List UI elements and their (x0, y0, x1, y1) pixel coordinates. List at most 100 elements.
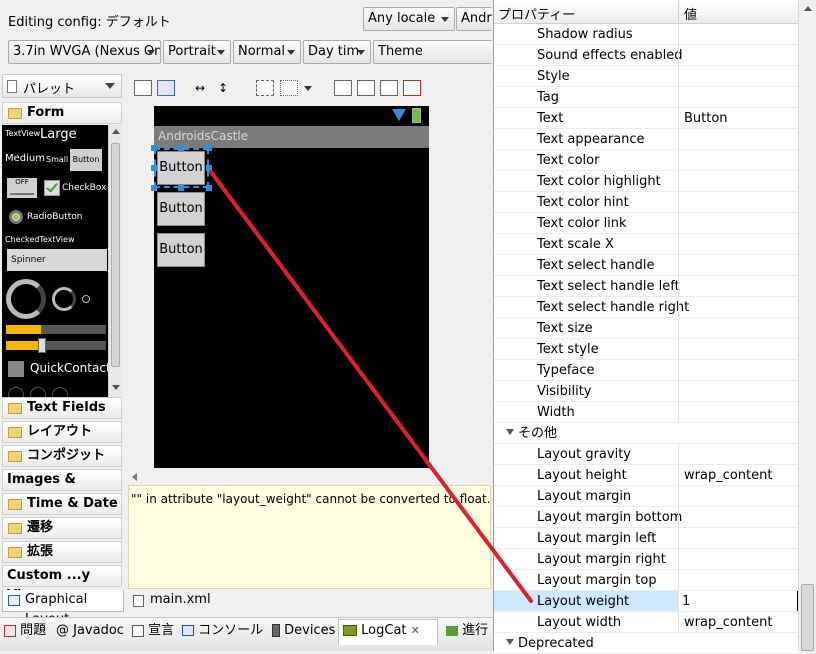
close-icon[interactable]: ✕ (411, 624, 420, 637)
property-row[interactable]: Text color link (494, 213, 798, 234)
category-images-media[interactable]: Images & Media (2, 469, 122, 507)
toggle-button-widget[interactable]: OFF (7, 178, 37, 198)
fill-height-icon[interactable]: ↕ (218, 80, 236, 96)
palette-scrollbar[interactable] (108, 125, 122, 397)
property-row[interactable]: Text color (494, 150, 798, 171)
tab-main-xml[interactable]: main.xml (128, 590, 211, 612)
tab-logcat[interactable]: LogCat ✕ (338, 619, 438, 645)
property-row[interactable]: Text scale X (494, 234, 798, 255)
section-other[interactable]: その他 (494, 423, 798, 444)
gravity-icon[interactable] (280, 80, 298, 96)
seekbar-widget[interactable] (6, 338, 106, 353)
margins-icon[interactable] (256, 80, 274, 96)
progress-medium-icon[interactable] (52, 287, 76, 311)
resize-handle-tm[interactable] (178, 145, 184, 151)
property-row[interactable]: Text style (494, 339, 798, 360)
column-header-property[interactable]: プロパティー (498, 4, 575, 23)
fill-width-icon[interactable]: ↔ (195, 80, 213, 96)
property-row[interactable]: Sound effects enabled (494, 45, 798, 66)
category-composite[interactable]: コンポジット (2, 445, 122, 467)
property-row[interactable]: Layout margin top (494, 570, 798, 591)
resize-handle-tl[interactable] (151, 145, 157, 151)
property-row[interactable]: Shadow radius (494, 24, 798, 45)
property-row[interactable]: Text select handle (494, 255, 798, 276)
progress-bar-horizontal[interactable] (6, 325, 106, 334)
layout-horizontal-icon[interactable] (134, 80, 152, 96)
clear-weights-icon[interactable] (403, 80, 421, 96)
resize-handle-tr[interactable] (206, 145, 212, 151)
category-layouts[interactable]: レイアウト (2, 421, 122, 443)
expand-triangle-icon[interactable] (506, 429, 514, 435)
progress-large-icon[interactable] (6, 279, 46, 319)
resize-handle-bm[interactable] (178, 185, 184, 191)
layout-button-2[interactable]: Button (157, 192, 205, 226)
property-row[interactable]: Layout margin left (494, 528, 798, 549)
scroll-left-icon[interactable] (132, 473, 137, 481)
category-transitions[interactable]: 遷移 (2, 517, 122, 539)
quick-contact-icon[interactable] (8, 361, 24, 377)
night-mode-dropdown[interactable]: Day time (303, 40, 371, 64)
scroll-down-icon[interactable] (112, 385, 120, 390)
baseline-icon[interactable] (380, 80, 398, 96)
property-row-selected[interactable]: Layout weight 1 (494, 591, 798, 612)
property-row[interactable]: Text appearance (494, 129, 798, 150)
property-row[interactable]: Layout width wrap_content (494, 612, 798, 633)
scrollbar-thumb[interactable] (111, 143, 120, 367)
property-row[interactable]: Layout margin bottom (494, 507, 798, 528)
layout-vertical-icon[interactable] (157, 80, 175, 96)
property-row[interactable]: Text color highlight (494, 171, 798, 192)
property-value[interactable]: wrap_content (684, 612, 772, 633)
orientation-dropdown[interactable]: Portrait (163, 40, 231, 64)
scroll-up-icon[interactable] (112, 129, 120, 134)
property-row[interactable]: Text Button (494, 108, 798, 129)
property-row[interactable]: Visibility (494, 381, 798, 402)
tab-devices[interactable]: Devices (272, 622, 335, 644)
tab-problems[interactable]: 問題 (4, 622, 46, 644)
small-text-widget[interactable]: Small (46, 155, 68, 164)
property-row[interactable]: Text size (494, 318, 798, 339)
tab-console[interactable]: コンソール (182, 622, 263, 644)
property-row[interactable]: Text select handle left (494, 276, 798, 297)
seekbar-thumb[interactable] (38, 338, 46, 353)
checked-text-view-widget[interactable]: CheckedTextView (5, 235, 75, 244)
spinner-widget[interactable]: Spinner (7, 249, 107, 271)
tab-progress[interactable]: 進行 (446, 622, 488, 644)
category-text-fields[interactable]: Text Fields (2, 397, 122, 419)
resize-handle-ml[interactable] (151, 165, 157, 171)
tab-javadoc[interactable]: @ Javadoc (56, 622, 124, 644)
tab-graphical-layout[interactable]: Graphical Layout (2, 590, 124, 627)
tab-declaration[interactable]: 宣言 (132, 622, 174, 644)
progress-small-icon[interactable] (82, 295, 90, 303)
medium-text-widget[interactable]: Medium (5, 153, 45, 164)
assign-weight-icon[interactable] (357, 80, 375, 96)
button-widget[interactable]: Button (70, 149, 102, 171)
layout-button-3[interactable]: Button (157, 233, 205, 267)
scrollbar-thumb[interactable] (801, 584, 814, 651)
scroll-up-icon[interactable] (804, 6, 812, 11)
category-form-widgets[interactable]: Form Widgets (2, 102, 122, 140)
property-value-editor[interactable]: 1 (679, 591, 798, 611)
distribute-weights-icon[interactable] (334, 80, 352, 96)
locale-dropdown[interactable]: Any locale (363, 7, 455, 31)
expand-triangle-icon[interactable] (506, 639, 514, 645)
property-row[interactable]: Text select handle right (494, 297, 798, 318)
resize-handle-mr[interactable] (206, 165, 212, 171)
property-value[interactable]: wrap_content (684, 465, 772, 486)
android-target-dropdown[interactable]: Andr (456, 7, 492, 31)
palette-header[interactable]: パレット (2, 74, 122, 98)
property-row[interactable]: Layout height wrap_content (494, 465, 798, 486)
resize-handle-br[interactable] (206, 185, 212, 191)
device-dropdown[interactable]: 3.7in WVGA (Nexus One) (8, 40, 161, 64)
checkbox-icon[interactable] (44, 180, 60, 196)
property-row[interactable]: Style (494, 66, 798, 87)
property-row[interactable]: Typeface (494, 360, 798, 381)
radio-button-icon[interactable] (9, 210, 23, 224)
column-header-value[interactable]: 値 (684, 4, 697, 23)
property-row[interactable]: Layout margin (494, 486, 798, 507)
textview-widget[interactable]: TextView (5, 129, 40, 138)
properties-scrollbar[interactable] (798, 0, 816, 651)
theme-dropdown[interactable]: Theme (373, 40, 492, 64)
property-row[interactable]: Layout margin right (494, 549, 798, 570)
canvas-hscrollbar[interactable] (128, 470, 491, 484)
category-custom-views[interactable]: Custom ...y Views (2, 565, 122, 603)
